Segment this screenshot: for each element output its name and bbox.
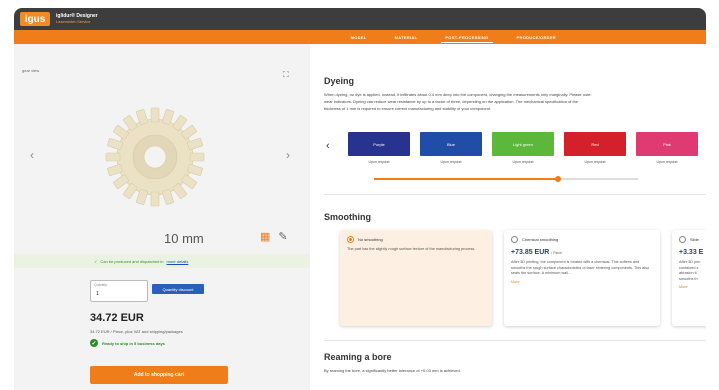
top-bar: igus iglidur® Designer Lasersinter-Servi… — [14, 8, 706, 30]
availability-bar: ✓ Can be produced and dispatched in more… — [14, 254, 310, 268]
quantity-discount-button[interactable]: Quantity discount — [152, 284, 204, 294]
option-description: After 3D printing, the component is trea… — [511, 260, 650, 275]
option-price: +3.33 E — [679, 249, 704, 256]
color-price-blue: Upon request — [440, 160, 462, 164]
option-title: Slide — [690, 237, 699, 242]
quantity-value[interactable]: 1 — [96, 291, 99, 297]
color-price-purple: Upon request — [368, 160, 390, 164]
chevron-left-icon[interactable]: ‹ — [326, 140, 330, 152]
dyeing-text-2: wear indicators. Dyeing can reduce wear … — [324, 99, 579, 104]
check-icon: ✓ — [94, 258, 98, 264]
color-swatch-red[interactable]: Red — [564, 132, 626, 156]
dyeing-heading: Dyeing — [324, 76, 355, 86]
step-tabs: MODEL MATERIAL POST-PROCESSING PRODUCE/O… — [14, 30, 706, 44]
option-title: No smoothing — [358, 237, 383, 242]
option-title: Chemical smoothing — [522, 237, 559, 242]
measure-icon[interactable]: ✎ — [278, 230, 287, 243]
app-window: igus iglidur® Designer Lasersinter-Servi… — [14, 8, 706, 390]
viewer-label: gear view — [22, 68, 40, 73]
chevron-right-icon[interactable]: › — [286, 148, 290, 162]
option-description: The part has the slightly rough surface … — [347, 247, 476, 251]
model-panel: gear view ⛶ ‹ › 10 mm ▦ ✎ ✓ Can be produ… — [14, 44, 310, 390]
color-price-light-green: Upon request — [512, 160, 534, 164]
more-link[interactable]: More — [511, 280, 653, 284]
option-unit: / Piece — [551, 251, 562, 255]
reaming-heading: Reaming a bore — [324, 352, 392, 362]
color-swatch-purple[interactable]: Purple — [348, 132, 410, 156]
smoothing-option-chemical[interactable]: Chemical smoothing +73.85 EUR / Piece Af… — [504, 230, 660, 326]
reaming-text: By reaming the bore, a significantly bet… — [324, 368, 461, 373]
smoothing-option-none[interactable]: No smoothing The part has the slightly r… — [340, 230, 492, 326]
price: 34.72 EUR — [90, 312, 144, 324]
shipping-text: Ready to ship in 5 business days — [102, 340, 165, 346]
more-details-link[interactable]: more details — [167, 259, 189, 264]
chevron-left-icon[interactable]: ‹ — [30, 148, 34, 162]
shipping-status: ✓ Ready to ship in 5 business days — [90, 339, 165, 347]
option-price: +73.85 EUR — [511, 249, 550, 256]
option-description: After 3D prin contained s abrasion ti sm… — [679, 260, 701, 281]
grid-icon[interactable]: ▦ — [260, 230, 270, 243]
size-readout: 10 mm — [164, 231, 204, 246]
divider — [324, 194, 706, 195]
radio-unselected[interactable] — [511, 236, 518, 243]
color-price-red: Upon request — [584, 160, 606, 164]
app-subtitle: Lasersinter-Service — [56, 19, 91, 24]
tab-post-processing[interactable]: POST-PROCESSING — [441, 30, 493, 44]
post-processing-panel: Dyeing When dyeing, no dye is applied. I… — [310, 44, 706, 390]
dyeing-text-1: When dyeing, no dye is applied. Instead,… — [324, 92, 592, 97]
tab-produce-order[interactable]: PRODUCE/ORDER — [517, 30, 556, 44]
color-swatch-pink[interactable]: Pink — [636, 132, 698, 156]
smoothing-heading: Smoothing — [324, 212, 371, 222]
radio-unselected[interactable] — [679, 236, 686, 243]
more-link[interactable]: More — [679, 285, 705, 289]
tab-material[interactable]: MATERIAL — [395, 30, 418, 44]
gear-model-preview[interactable] — [100, 102, 210, 212]
tab-model[interactable]: MODEL — [351, 30, 367, 44]
availability-text: Can be produced and dispatched in — [100, 258, 164, 264]
smoothing-option-slide[interactable]: Slide +3.33 E After 3D prin contained s … — [672, 230, 706, 326]
quantity-field[interactable]: Quantity 1 — [90, 280, 148, 302]
fullscreen-icon[interactable]: ⛶ — [283, 70, 289, 80]
check-circle-icon: ✓ — [90, 339, 98, 347]
add-to-cart-button[interactable]: Add to shopping cart — [90, 366, 228, 384]
carousel-handle[interactable] — [555, 176, 561, 182]
color-price-pink: Upon request — [656, 160, 678, 164]
carousel-progress — [374, 178, 558, 180]
brand: iglidur® Designer Lasersinter-Service — [56, 14, 98, 24]
color-swatch-light-green[interactable]: Light green — [492, 132, 554, 156]
quantity-caption: Quantity — [94, 283, 108, 287]
radio-selected[interactable] — [347, 236, 354, 243]
igus-logo[interactable]: igus — [20, 12, 50, 26]
price-note: 34.72 EUR / Piece, plus VAT and shipping… — [90, 329, 183, 334]
divider — [324, 340, 706, 341]
color-swatch-blue[interactable]: Blue — [420, 132, 482, 156]
viewer-tools: ▦ ✎ — [260, 230, 288, 243]
dyeing-text-3: thickness of 1 mm is required to ensure … — [324, 106, 492, 111]
